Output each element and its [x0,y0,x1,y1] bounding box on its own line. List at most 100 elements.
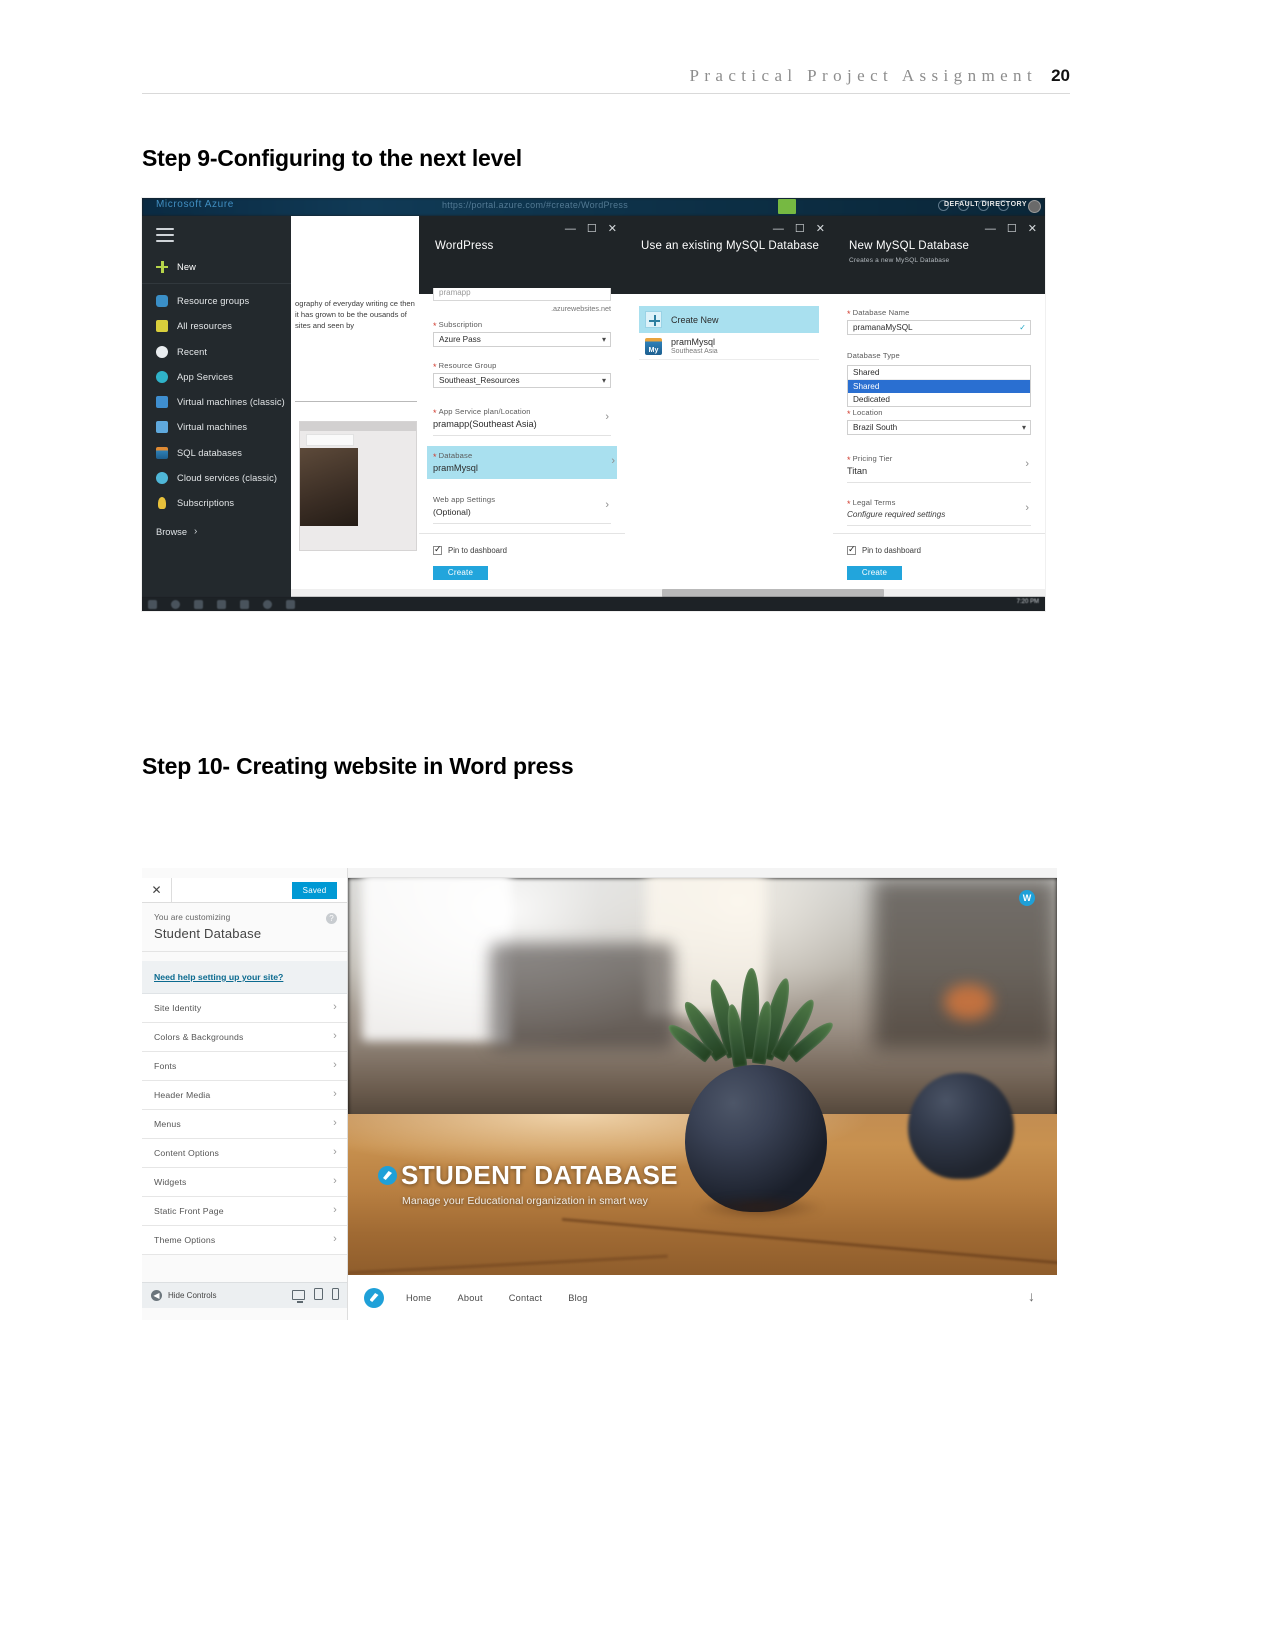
site-name-field[interactable]: pramapp [433,288,611,301]
menu-item-menus[interactable]: Menus › [142,1110,347,1139]
checkbox-icon [433,544,442,555]
sidebar-item-new[interactable]: New [142,254,291,279]
hide-controls-label: Hide Controls [168,1291,217,1300]
menu-item-widgets[interactable]: Widgets › [142,1168,347,1197]
menu-item-colors-backgrounds[interactable]: Colors & Backgrounds › [142,1023,347,1052]
hamburger-menu-icon[interactable] [156,228,174,246]
sidebar-item-label: New [177,261,196,272]
required-asterisk: * [433,321,437,331]
browse-label: Browse [156,526,188,537]
menu-item-site-identity[interactable]: Site Identity › [142,994,347,1023]
tablet-preview-icon[interactable] [314,1288,323,1300]
maximize-icon[interactable]: ☐ [1007,224,1017,235]
sidebar-item-sql-databases[interactable]: SQL databases [142,440,291,465]
chevron-right-icon: › [333,1030,337,1042]
help-icon[interactable]: ? [326,913,337,924]
sidebar-item-resource-groups[interactable]: Resource groups [142,288,291,313]
blade-header: WordPress — ☐ ✕ [419,216,625,294]
minimize-icon[interactable]: — [565,224,576,235]
subscription-select[interactable]: Azure Pass [433,332,611,347]
directory-label: DEFAULT DIRECTORY [943,201,1027,208]
create-button[interactable]: Create [847,566,902,580]
mobile-preview-icon[interactable] [332,1288,339,1300]
nav-link-blog[interactable]: Blog [568,1293,587,1303]
resource-group-select[interactable]: Southeast_Resources [433,373,611,388]
menu-item-fonts[interactable]: Fonts › [142,1052,347,1081]
pricing-tier-row[interactable]: * Pricing Tier Titan › [847,449,1031,483]
blade-header: New MySQL Database Creates a new MySQL D… [833,216,1045,294]
site-title: STUDENT DATABASE [401,1160,678,1190]
dropdown-option-shared[interactable]: Shared [848,380,1030,393]
wordpress-badge-icon[interactable]: W [1019,890,1035,906]
app-service-plan-row[interactable]: * App Service plan/Location pramapp(South… [433,402,611,436]
setup-help-link[interactable]: Need help setting up your site? [154,972,283,982]
site-name: Student Database [154,926,262,941]
database-row[interactable]: * Database pramMysql › [427,446,617,479]
app-icon-2[interactable] [286,599,295,609]
dropdown-option-dedicated[interactable]: Dedicated [848,393,1030,406]
preview-top-sliver [348,868,1057,878]
blade-title: New MySQL Database [849,240,970,252]
explorer-icon[interactable] [217,599,226,609]
nav-link-contact[interactable]: Contact [509,1293,542,1303]
sidebar-item-label: SQL databases [177,447,243,458]
webapp-settings-row[interactable]: Web app Settings (Optional) › [433,490,611,524]
blade-subtitle: Creates a new MySQL Database [849,257,950,264]
sidebar-item-subscriptions[interactable]: Subscriptions [142,491,291,516]
minimize-icon[interactable]: — [985,224,996,235]
wordpress-blade: WordPress — ☐ ✕ pramapp .azurewebsites.n… [419,216,625,597]
maximize-icon[interactable]: ☐ [587,224,597,235]
minimize-icon[interactable]: — [773,224,784,235]
sidebar-item-all-resources[interactable]: All resources [142,314,291,339]
nav-link-about[interactable]: About [458,1293,483,1303]
green-action-button[interactable] [778,199,796,214]
legal-terms-row[interactable]: * Legal Terms Configure required settings… [847,493,1031,526]
menu-item-static-front-page[interactable]: Static Front Page › [142,1197,347,1226]
plus-icon [645,311,662,328]
location-select[interactable]: Brazil South [847,420,1031,435]
blade-body: pramapp .azurewebsites.net * Subscription… [419,288,625,597]
close-icon[interactable]: ✕ [142,878,172,903]
nav-logo-icon[interactable] [364,1287,384,1308]
sidebar-item-browse[interactable]: Browse › [142,520,291,544]
menu-item-header-media[interactable]: Header Media › [142,1081,347,1110]
app-icon[interactable] [263,599,272,609]
database-type-dropdown[interactable]: Shared Shared Dedicated [847,365,1031,407]
sidebar-item-virtual-machines[interactable]: Virtual machines [142,415,291,440]
menu-item-content-options[interactable]: Content Options › [142,1139,347,1168]
close-icon[interactable]: ✕ [608,224,617,235]
hero-photo [348,878,1057,1285]
start-button-icon[interactable] [148,599,157,609]
sidebar-item-virtual-machines-classic[interactable]: Virtual machines (classic) [142,389,291,414]
all-resources-icon [156,320,168,333]
nav-link-home[interactable]: Home [406,1293,432,1303]
pin-to-dashboard-checkbox[interactable]: Pin to dashboard [433,544,507,555]
scroll-down-arrow-icon[interactable]: ↓ [1028,1288,1035,1304]
hide-controls-button[interactable]: ◀ Hide Controls [151,1290,216,1301]
chevron-right-icon: › [1025,502,1029,514]
saved-button[interactable]: Saved [292,882,337,899]
maximize-icon[interactable]: ☐ [795,224,805,235]
list-item-existing-db[interactable]: My pramMysql Southeast Asia [639,333,819,360]
taskview-icon[interactable] [194,599,203,609]
sidebar-item-cloud-services-classic[interactable]: Cloud services (classic) [142,465,291,490]
divider [295,401,417,402]
menu-item-label: Site Identity [154,1003,202,1013]
sidebar-item-recent[interactable]: Recent [142,339,291,364]
database-name-input[interactable]: pramanaMySQL [847,320,1031,335]
help-row[interactable]: Need help setting up your site? [142,961,347,994]
create-button[interactable]: Create [433,566,488,580]
menu-item-theme-options[interactable]: Theme Options › [142,1226,347,1255]
chevron-right-icon: › [333,1146,337,1158]
close-icon[interactable]: ✕ [1028,224,1037,235]
horizontal-scrollbar-thumb[interactable] [662,589,884,597]
search-icon[interactable] [171,599,180,609]
list-item-create-new[interactable]: Create New [639,306,819,333]
pin-to-dashboard-checkbox[interactable]: Pin to dashboard [847,544,921,555]
close-icon[interactable]: ✕ [816,224,825,235]
sidebar-item-app-services[interactable]: App Services [142,364,291,389]
browser-icon[interactable] [240,599,249,609]
chevron-right-icon: › [333,1175,337,1187]
user-avatar[interactable] [1028,200,1041,213]
desktop-preview-icon[interactable] [292,1290,305,1303]
